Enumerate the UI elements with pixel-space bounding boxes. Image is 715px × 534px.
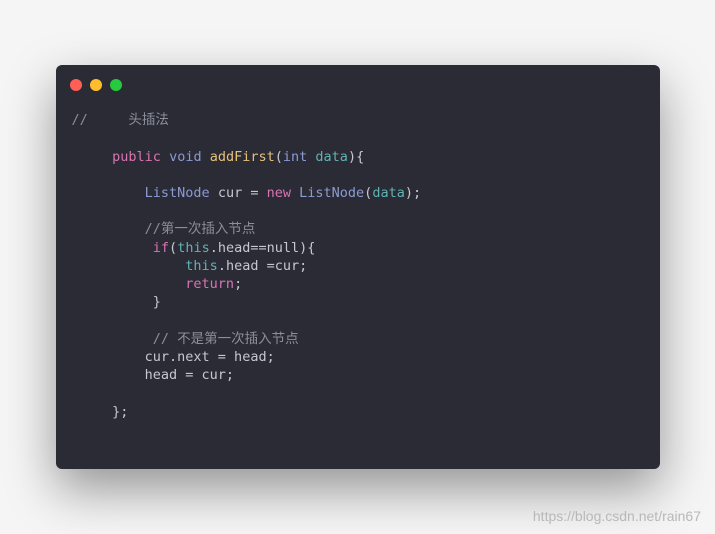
var-cur: cur <box>218 185 242 201</box>
keyword-public: public <box>112 149 161 165</box>
code-window: // 头插法 public void addFirst(int data){ L… <box>56 65 660 469</box>
type-listnode: ListNode <box>145 185 210 201</box>
watermark-text: https://blog.csdn.net/rain67 <box>533 508 701 524</box>
keyword-return: return <box>185 276 234 292</box>
keyword-void: void <box>169 149 202 165</box>
close-icon <box>70 79 82 91</box>
expr-head-cur: .head =cur; <box>218 258 307 274</box>
window-titlebar <box>56 65 660 91</box>
line-cur-next: cur.next = head; <box>145 349 275 365</box>
param-data: data <box>315 149 348 165</box>
function-name: addFirst <box>210 149 275 165</box>
type-listnode2: ListNode <box>299 185 364 201</box>
maximize-icon <box>110 79 122 91</box>
minimize-icon <box>90 79 102 91</box>
keyword-this: this <box>177 240 210 256</box>
close-brace: } <box>153 294 161 310</box>
line-head-cur: head = cur; <box>145 367 234 383</box>
type-int: int <box>283 149 307 165</box>
arg-data: data <box>372 185 405 201</box>
keyword-if: if <box>153 240 169 256</box>
comment-not-first: // 不是第一次插入节点 <box>153 331 299 347</box>
comment-first-insert: //第一次插入节点 <box>145 221 256 237</box>
comment-text: 头插法 <box>128 112 169 128</box>
expr-head-null: .head==null){ <box>210 240 316 256</box>
close-method: }; <box>112 404 128 420</box>
keyword-new: new <box>267 185 291 201</box>
code-block: // 头插法 public void addFirst(int data){ L… <box>56 91 660 469</box>
comment-slashes: // <box>72 112 88 128</box>
keyword-this2: this <box>185 258 218 274</box>
